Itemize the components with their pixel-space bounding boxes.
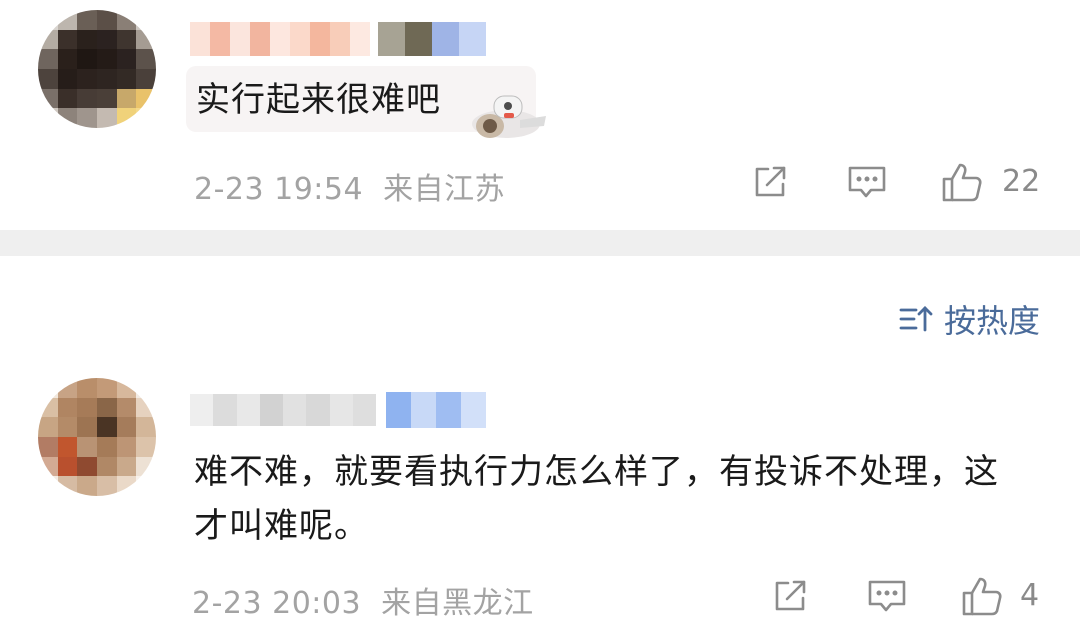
section-divider: [0, 230, 1080, 256]
comment-date: 2-23 19:54: [194, 172, 364, 207]
share-button[interactable]: [748, 160, 792, 204]
like-count: 4: [1020, 578, 1040, 613]
comment-icon: [868, 580, 906, 612]
airplane-sticker-icon: [460, 86, 552, 148]
comment-location: 来自江苏: [383, 172, 506, 207]
like-button[interactable]: [938, 158, 986, 206]
avatar[interactable]: [38, 10, 156, 128]
username[interactable]: [190, 22, 370, 56]
comment-icon: [848, 166, 886, 198]
comment-text: 实行起来很难吧: [196, 80, 441, 120]
like-count: 22: [1002, 164, 1041, 199]
share-icon: [775, 580, 806, 611]
comment-1: 实行起来很难吧 2-23 19:54 来自江苏 22: [0, 0, 1080, 230]
comment-date: 2-23 20:03: [192, 586, 362, 621]
user-badge: [386, 392, 486, 428]
comment-text-line-1: 难不难，就要看执行力怎么样了，有投诉不处理，这: [194, 452, 999, 492]
reply-button[interactable]: [844, 160, 890, 204]
username[interactable]: [190, 394, 376, 426]
user-badge: [378, 22, 486, 56]
sort-label: 按热度: [943, 302, 1040, 340]
reply-button[interactable]: [864, 574, 910, 618]
thumbs-up-icon: [962, 577, 1002, 616]
avatar[interactable]: [38, 378, 156, 496]
sort-toggle[interactable]: 按热度: [898, 296, 1040, 342]
like-button[interactable]: [958, 572, 1006, 620]
comment-2: 难不难，就要看执行力怎么样了，有投诉不处理，这 才叫难呢。 2-23 20:03…: [0, 370, 1080, 638]
comment-text-line-2: 才叫难呢。: [194, 506, 369, 546]
comment-location: 来自黑龙江: [381, 586, 534, 621]
share-button[interactable]: [768, 574, 812, 618]
thumbs-up-icon: [942, 163, 982, 202]
share-icon: [755, 166, 786, 197]
sort-icon: [899, 306, 933, 332]
